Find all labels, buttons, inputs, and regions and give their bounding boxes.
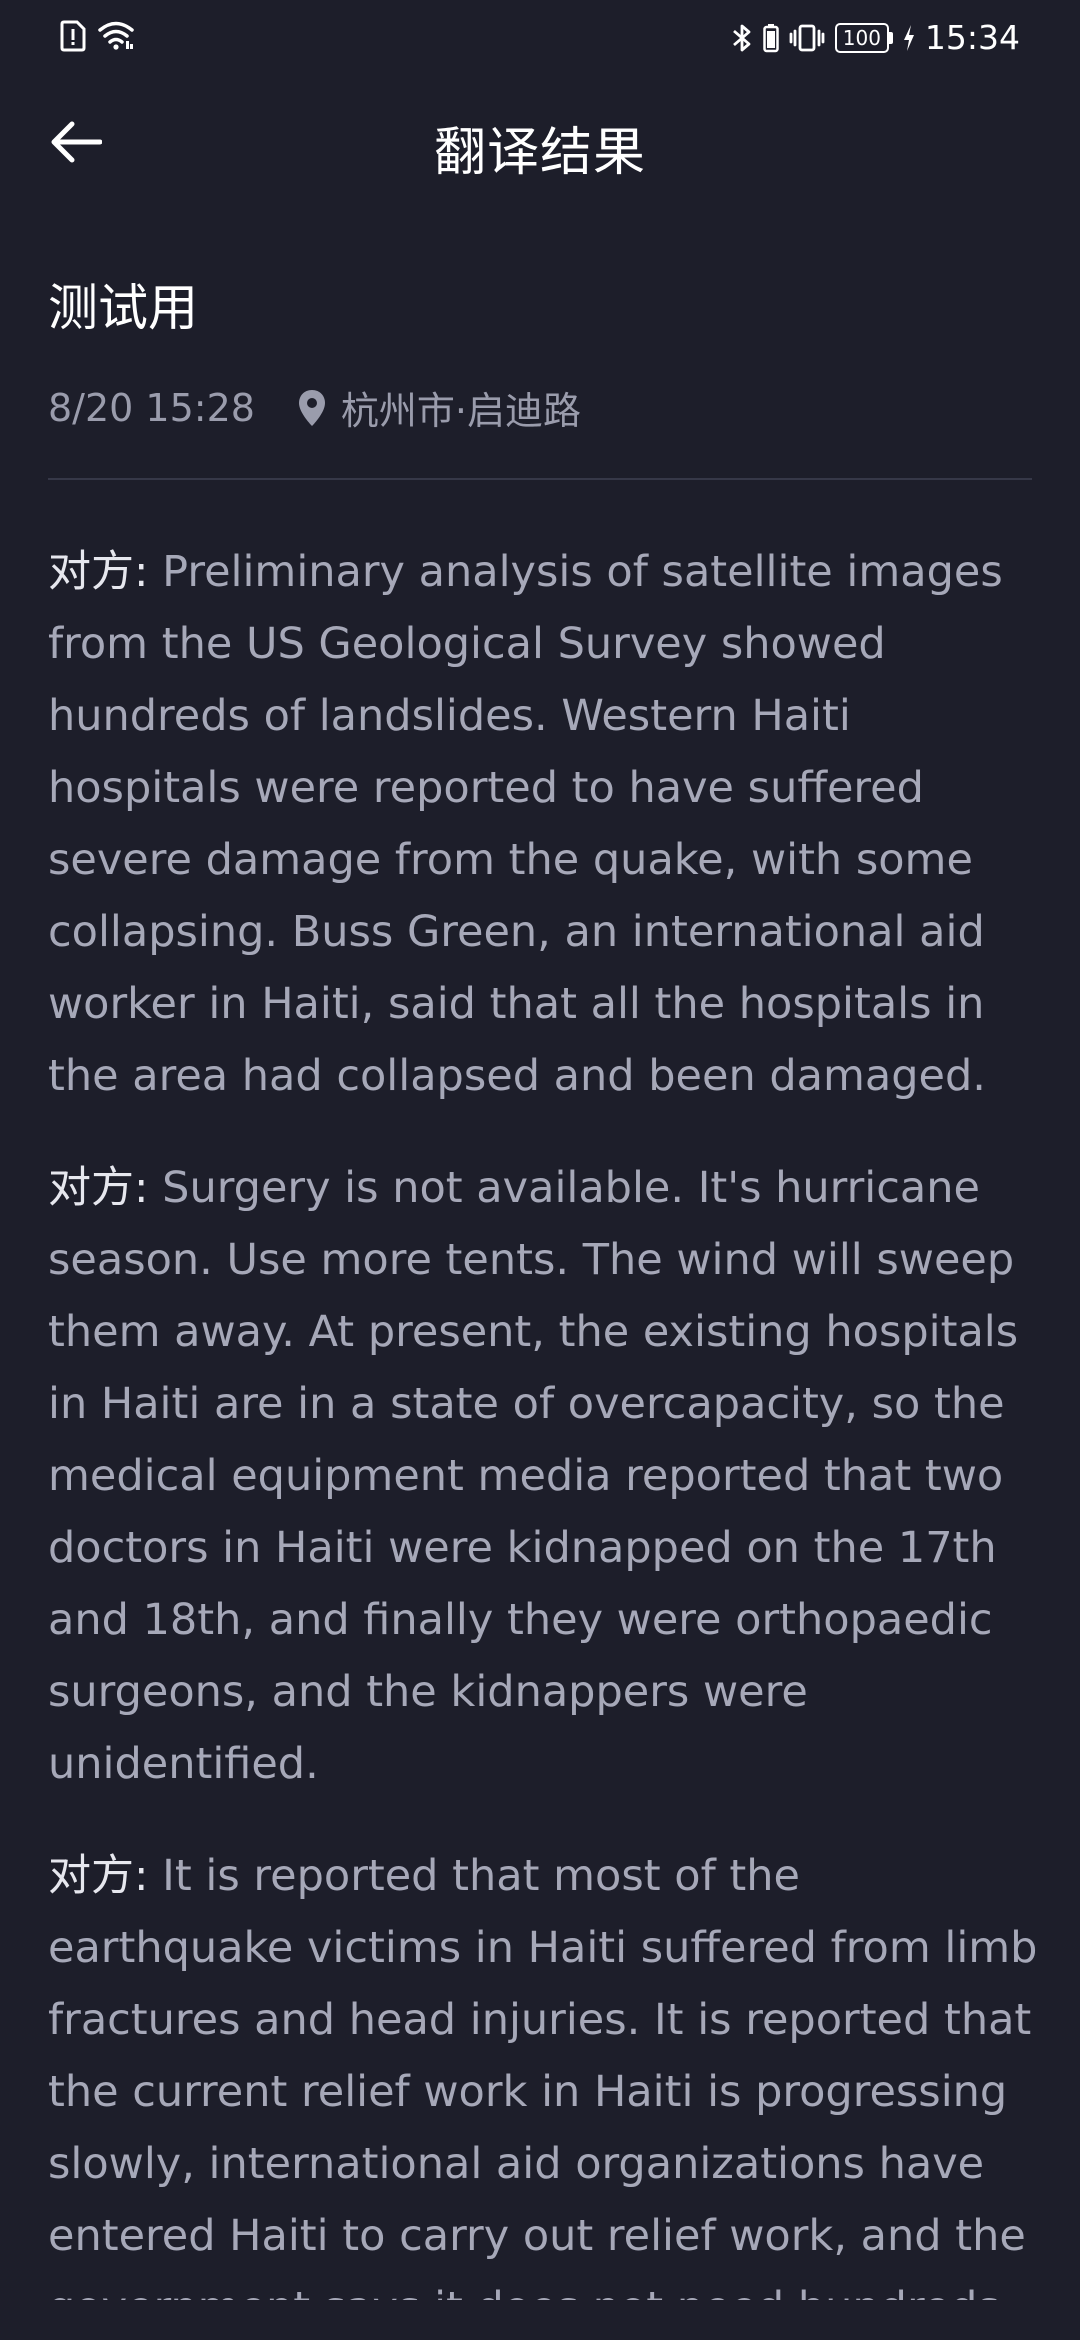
status-bar-right: 100 15:34 xyxy=(731,18,1020,57)
status-bar: 100 15:34 xyxy=(0,0,1080,72)
battery-level: 100 xyxy=(834,22,889,53)
message-text: It is reported that most of the earthqua… xyxy=(48,1851,1038,2300)
message-item: 对方: Surgery is not available. It's hurri… xyxy=(48,1152,1038,1800)
message-speaker: 对方: xyxy=(48,1163,149,1213)
message-text: Preliminary analysis of satellite images… xyxy=(48,547,1003,1101)
charging-icon xyxy=(903,24,915,52)
record-meta: 8/20 15:28 杭州市·启迪路 xyxy=(48,380,581,435)
page-title: 翻译结果 xyxy=(433,123,646,183)
location-pin-icon xyxy=(297,388,327,428)
record-datetime: 8/20 15:28 xyxy=(48,385,255,430)
record-title: 测试用 xyxy=(48,279,198,337)
message-speaker: 对方: xyxy=(48,547,149,597)
message-speaker: 对方: xyxy=(48,1851,149,1901)
status-bar-left xyxy=(60,20,134,52)
message-list: 对方: Preliminary analysis of satellite im… xyxy=(48,536,1038,2300)
message-item: 对方: Preliminary analysis of satellite im… xyxy=(48,536,1038,1112)
battery-icon: 100 xyxy=(834,22,893,53)
divider xyxy=(48,478,1032,480)
app-header: 翻译结果 xyxy=(0,72,1080,214)
sim-alert-icon xyxy=(60,20,86,52)
message-item: 对方: It is reported that most of the eart… xyxy=(48,1840,1038,2300)
record-location: 杭州市·启迪路 xyxy=(297,380,581,435)
status-time: 15:34 xyxy=(924,18,1020,57)
bluetooth-icon xyxy=(731,22,753,54)
message-text: Surgery is not available. It's hurricane… xyxy=(48,1163,1019,1789)
wifi-icon xyxy=(98,21,134,51)
battery-small-icon xyxy=(763,23,779,53)
vibrate-icon xyxy=(789,23,825,53)
record-location-text: 杭州市·启迪路 xyxy=(340,389,582,433)
